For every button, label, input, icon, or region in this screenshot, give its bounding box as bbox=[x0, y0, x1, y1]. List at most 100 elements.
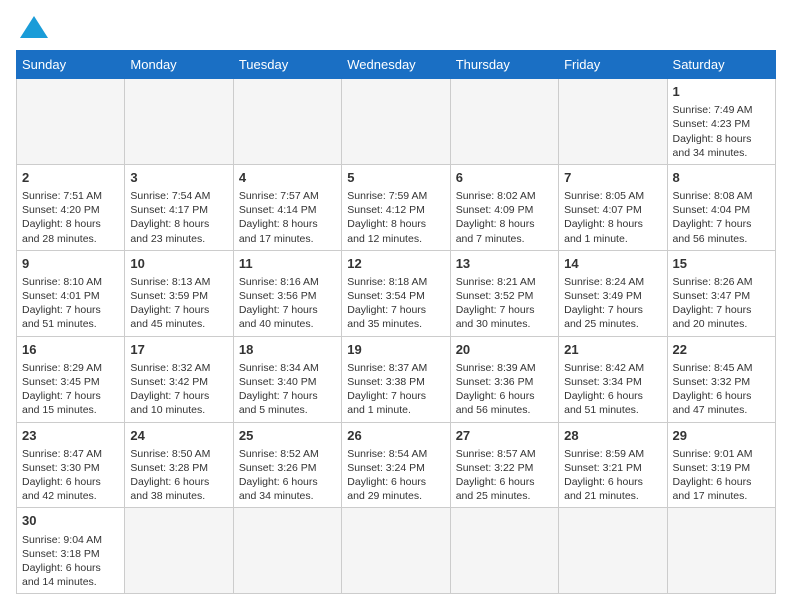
day-info: Sunrise: 8:54 AM Sunset: 3:24 PM Dayligh… bbox=[347, 447, 444, 504]
day-info: Sunrise: 8:05 AM Sunset: 4:07 PM Dayligh… bbox=[564, 189, 661, 246]
day-number: 16 bbox=[22, 341, 119, 359]
day-info: Sunrise: 8:10 AM Sunset: 4:01 PM Dayligh… bbox=[22, 275, 119, 332]
day-info: Sunrise: 7:51 AM Sunset: 4:20 PM Dayligh… bbox=[22, 189, 119, 246]
day-info: Sunrise: 7:54 AM Sunset: 4:17 PM Dayligh… bbox=[130, 189, 227, 246]
calendar-cell: 21 Sunrise: 8:42 AM Sunset: 3:34 PM Dayli… bbox=[559, 336, 667, 422]
calendar-cell: 23 Sunrise: 8:47 AM Sunset: 3:30 PM Dayli… bbox=[17, 422, 125, 508]
week-row-5: 30 Sunrise: 9:04 AM Sunset: 3:18 PM Dayli… bbox=[17, 508, 776, 594]
day-number: 7 bbox=[564, 169, 661, 187]
day-number: 6 bbox=[456, 169, 553, 187]
calendar-cell: 30 Sunrise: 9:04 AM Sunset: 3:18 PM Dayli… bbox=[17, 508, 125, 594]
day-number: 11 bbox=[239, 255, 336, 273]
calendar-cell: 9 Sunrise: 8:10 AM Sunset: 4:01 PM Daylig… bbox=[17, 250, 125, 336]
day-info: Sunrise: 8:26 AM Sunset: 3:47 PM Dayligh… bbox=[673, 275, 770, 332]
day-number: 25 bbox=[239, 427, 336, 445]
day-info: Sunrise: 8:42 AM Sunset: 3:34 PM Dayligh… bbox=[564, 361, 661, 418]
calendar-cell bbox=[450, 508, 558, 594]
day-info: Sunrise: 8:50 AM Sunset: 3:28 PM Dayligh… bbox=[130, 447, 227, 504]
day-info: Sunrise: 8:24 AM Sunset: 3:49 PM Dayligh… bbox=[564, 275, 661, 332]
calendar-cell bbox=[17, 79, 125, 165]
day-number: 30 bbox=[22, 512, 119, 530]
day-info: Sunrise: 8:45 AM Sunset: 3:32 PM Dayligh… bbox=[673, 361, 770, 418]
calendar-cell: 5Sunrise: 7:59 AM Sunset: 4:12 PM Daylig… bbox=[342, 164, 450, 250]
day-number: 1 bbox=[673, 83, 770, 101]
day-number: 14 bbox=[564, 255, 661, 273]
weekday-header-friday: Friday bbox=[559, 51, 667, 79]
calendar-cell: 18Sunrise: 8:34 AM Sunset: 3:40 PM Dayli… bbox=[233, 336, 341, 422]
weekday-header-sunday: Sunday bbox=[17, 51, 125, 79]
day-number: 4 bbox=[239, 169, 336, 187]
calendar-cell: 20 Sunrise: 8:39 AM Sunset: 3:36 PM Dayli… bbox=[450, 336, 558, 422]
day-info: Sunrise: 9:04 AM Sunset: 3:18 PM Dayligh… bbox=[22, 533, 119, 590]
calendar-cell: 17 Sunrise: 8:32 AM Sunset: 3:42 PM Dayli… bbox=[125, 336, 233, 422]
day-info: Sunrise: 7:57 AM Sunset: 4:14 PM Dayligh… bbox=[239, 189, 336, 246]
day-info: Sunrise: 8:57 AM Sunset: 3:22 PM Dayligh… bbox=[456, 447, 553, 504]
header bbox=[16, 16, 776, 38]
weekday-header-wednesday: Wednesday bbox=[342, 51, 450, 79]
day-number: 21 bbox=[564, 341, 661, 359]
calendar-cell bbox=[559, 508, 667, 594]
day-info: Sunrise: 8:32 AM Sunset: 3:42 PM Dayligh… bbox=[130, 361, 227, 418]
day-info: Sunrise: 8:29 AM Sunset: 3:45 PM Dayligh… bbox=[22, 361, 119, 418]
calendar-cell: 22 Sunrise: 8:45 AM Sunset: 3:32 PM Dayli… bbox=[667, 336, 775, 422]
day-info: Sunrise: 8:13 AM Sunset: 3:59 PM Dayligh… bbox=[130, 275, 227, 332]
logo bbox=[16, 16, 48, 38]
calendar-cell: 24Sunrise: 8:50 AM Sunset: 3:28 PM Dayli… bbox=[125, 422, 233, 508]
calendar-cell: 29 Sunrise: 9:01 AM Sunset: 3:19 PM Dayli… bbox=[667, 422, 775, 508]
day-number: 19 bbox=[347, 341, 444, 359]
weekday-header-monday: Monday bbox=[125, 51, 233, 79]
calendar-cell: 2 Sunrise: 7:51 AM Sunset: 4:20 PM Daylig… bbox=[17, 164, 125, 250]
calendar: SundayMondayTuesdayWednesdayThursdayFrid… bbox=[16, 50, 776, 594]
calendar-cell: 10Sunrise: 8:13 AM Sunset: 3:59 PM Dayli… bbox=[125, 250, 233, 336]
day-info: Sunrise: 8:02 AM Sunset: 4:09 PM Dayligh… bbox=[456, 189, 553, 246]
day-info: Sunrise: 7:59 AM Sunset: 4:12 PM Dayligh… bbox=[347, 189, 444, 246]
calendar-cell: 12Sunrise: 8:18 AM Sunset: 3:54 PM Dayli… bbox=[342, 250, 450, 336]
day-number: 12 bbox=[347, 255, 444, 273]
calendar-cell bbox=[125, 79, 233, 165]
calendar-cell: 27 Sunrise: 8:57 AM Sunset: 3:22 PM Dayli… bbox=[450, 422, 558, 508]
calendar-cell: 11 Sunrise: 8:16 AM Sunset: 3:56 PM Dayli… bbox=[233, 250, 341, 336]
day-info: Sunrise: 8:47 AM Sunset: 3:30 PM Dayligh… bbox=[22, 447, 119, 504]
calendar-cell: 19 Sunrise: 8:37 AM Sunset: 3:38 PM Dayli… bbox=[342, 336, 450, 422]
day-info: Sunrise: 8:21 AM Sunset: 3:52 PM Dayligh… bbox=[456, 275, 553, 332]
day-number: 23 bbox=[22, 427, 119, 445]
day-info: Sunrise: 8:34 AM Sunset: 3:40 PM Dayligh… bbox=[239, 361, 336, 418]
day-number: 22 bbox=[673, 341, 770, 359]
day-info: Sunrise: 8:39 AM Sunset: 3:36 PM Dayligh… bbox=[456, 361, 553, 418]
day-number: 29 bbox=[673, 427, 770, 445]
calendar-cell: 1 Sunrise: 7:49 AM Sunset: 4:23 PM Daylig… bbox=[667, 79, 775, 165]
day-number: 20 bbox=[456, 341, 553, 359]
calendar-cell: 13Sunrise: 8:21 AM Sunset: 3:52 PM Dayli… bbox=[450, 250, 558, 336]
day-info: Sunrise: 8:59 AM Sunset: 3:21 PM Dayligh… bbox=[564, 447, 661, 504]
day-number: 8 bbox=[673, 169, 770, 187]
day-number: 9 bbox=[22, 255, 119, 273]
calendar-cell: 25Sunrise: 8:52 AM Sunset: 3:26 PM Dayli… bbox=[233, 422, 341, 508]
day-number: 28 bbox=[564, 427, 661, 445]
calendar-cell: 26Sunrise: 8:54 AM Sunset: 3:24 PM Dayli… bbox=[342, 422, 450, 508]
day-info: Sunrise: 9:01 AM Sunset: 3:19 PM Dayligh… bbox=[673, 447, 770, 504]
day-info: Sunrise: 8:37 AM Sunset: 3:38 PM Dayligh… bbox=[347, 361, 444, 418]
calendar-cell: 6 Sunrise: 8:02 AM Sunset: 4:09 PM Daylig… bbox=[450, 164, 558, 250]
day-info: Sunrise: 7:49 AM Sunset: 4:23 PM Dayligh… bbox=[673, 103, 770, 160]
calendar-cell bbox=[342, 508, 450, 594]
day-number: 27 bbox=[456, 427, 553, 445]
week-row-1: 2 Sunrise: 7:51 AM Sunset: 4:20 PM Daylig… bbox=[17, 164, 776, 250]
calendar-cell bbox=[125, 508, 233, 594]
week-row-3: 16 Sunrise: 8:29 AM Sunset: 3:45 PM Dayli… bbox=[17, 336, 776, 422]
calendar-cell bbox=[233, 508, 341, 594]
day-number: 17 bbox=[130, 341, 227, 359]
weekday-header-row: SundayMondayTuesdayWednesdayThursdayFrid… bbox=[17, 51, 776, 79]
day-number: 3 bbox=[130, 169, 227, 187]
day-info: Sunrise: 8:16 AM Sunset: 3:56 PM Dayligh… bbox=[239, 275, 336, 332]
weekday-header-thursday: Thursday bbox=[450, 51, 558, 79]
calendar-cell: 3 Sunrise: 7:54 AM Sunset: 4:17 PM Daylig… bbox=[125, 164, 233, 250]
day-number: 2 bbox=[22, 169, 119, 187]
calendar-cell: 28 Sunrise: 8:59 AM Sunset: 3:21 PM Dayli… bbox=[559, 422, 667, 508]
week-row-0: 1 Sunrise: 7:49 AM Sunset: 4:23 PM Daylig… bbox=[17, 79, 776, 165]
calendar-cell: 15 Sunrise: 8:26 AM Sunset: 3:47 PM Dayli… bbox=[667, 250, 775, 336]
day-info: Sunrise: 8:08 AM Sunset: 4:04 PM Dayligh… bbox=[673, 189, 770, 246]
day-number: 15 bbox=[673, 255, 770, 273]
calendar-cell bbox=[559, 79, 667, 165]
week-row-2: 9 Sunrise: 8:10 AM Sunset: 4:01 PM Daylig… bbox=[17, 250, 776, 336]
calendar-cell bbox=[667, 508, 775, 594]
